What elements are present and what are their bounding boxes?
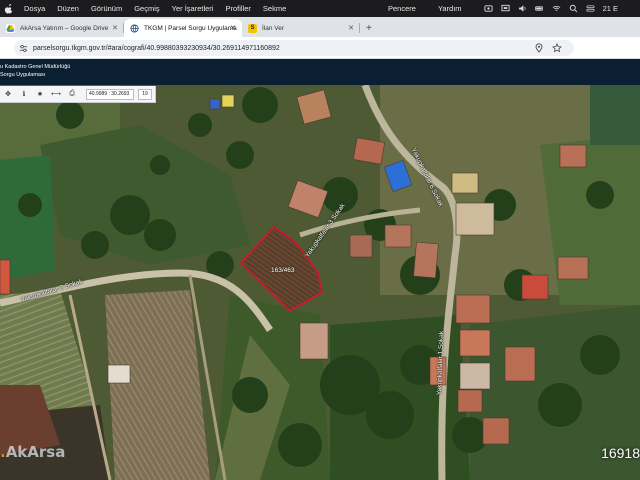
info-icon[interactable]: ℹ (16, 87, 32, 102)
satellite-imagery (0, 85, 640, 480)
pan-icon[interactable]: ✥ (0, 87, 16, 102)
menu-bar: Dosya Düzen Görünüm Geçmiş Yer İşaretler… (0, 0, 640, 17)
satellite-map[interactable]: Yakupkalfalar 2 Sokak Yakupkalfalar 3 So… (0, 85, 640, 480)
wifi-icon[interactable] (552, 4, 561, 13)
address-bar[interactable]: parselsorgu.tkgm.gov.tr/#ara/cografi/40.… (14, 40, 574, 56)
tab-tkgm-parsel[interactable]: TKGM | Parsel Sorgu Uygulama ✕ (124, 19, 242, 37)
favorite-star-icon[interactable]: ★ (32, 87, 48, 102)
measure-icon[interactable]: ⟷ (48, 87, 64, 102)
close-tab-icon[interactable]: ✕ (348, 24, 354, 32)
menu-duzen[interactable]: Düzen (57, 4, 79, 13)
menu-yardim[interactable]: Yardım (438, 4, 462, 13)
menu-gecmis[interactable]: Geçmiş (134, 4, 159, 13)
menu-dosya[interactable]: Dosya (24, 4, 45, 13)
menu-sekme[interactable]: Sekme (263, 4, 286, 13)
tab-strip: AkArsa Yatırım – Google Drive ✕ TKGM | P… (0, 17, 640, 37)
tab-google-drive[interactable]: AkArsa Yatırım – Google Drive ✕ (0, 19, 124, 37)
map-toolbar: ✥ ℹ ★ ⟷ ⎙ 40.9989 : 30.2693 19 (0, 86, 156, 103)
akarsa-watermark: .AkArsa (0, 443, 65, 461)
google-drive-icon (6, 23, 15, 33)
close-tab-icon[interactable]: ✕ (112, 24, 118, 32)
location-icon[interactable] (534, 43, 544, 53)
search-icon[interactable] (569, 4, 578, 13)
volume-icon[interactable] (518, 4, 527, 13)
coordinate-field[interactable]: 40.9989 : 30.2693 (86, 88, 134, 100)
menu-pencere[interactable]: Pencere (388, 4, 416, 13)
tab-label: TKGM | Parsel Sorgu Uygulama (144, 24, 237, 32)
tab-divider (359, 23, 360, 33)
site-header: u Kadastro Genel Müdürlüğü Sorgu Uygulam… (0, 59, 640, 85)
bookmark-star-icon[interactable] (552, 43, 562, 53)
agency-name: u Kadastro Genel Müdürlüğü (0, 64, 71, 70)
site-info-icon[interactable] (19, 44, 28, 53)
menu-clock[interactable]: 21 E (603, 4, 618, 13)
tkgm-globe-icon (130, 23, 139, 33)
new-tab-button[interactable]: + (366, 23, 372, 34)
menu-profiller[interactable]: Profiller (225, 4, 250, 13)
close-tab-icon[interactable]: ✕ (230, 24, 236, 32)
tab-ilan-ver[interactable]: S İlan Ver ✕ (242, 19, 360, 37)
display-icon[interactable] (484, 4, 493, 13)
control-center-icon[interactable] (586, 4, 595, 13)
parcel-number-label: 163/463 (271, 267, 295, 274)
tab-label: AkArsa Yatırım – Google Drive (20, 24, 109, 32)
watermark-text: AkArsa (5, 443, 66, 461)
battery-icon[interactable] (534, 4, 544, 13)
menu-gorunum[interactable]: Görünüm (91, 4, 122, 13)
tab-label: İlan Ver (262, 24, 285, 32)
screen-mirroring-icon[interactable] (501, 4, 510, 13)
zoom-level-field[interactable]: 19 (138, 88, 152, 100)
url-text: parselsorgu.tkgm.gov.tr/#ara/cografi/40.… (33, 44, 280, 52)
listing-id-overlay: 16918 (601, 445, 640, 461)
app-name: Sorgu Uygulaması (0, 72, 46, 78)
sahibinden-icon: S (248, 23, 257, 33)
menu-yer-isaretleri[interactable]: Yer İşaretleri (172, 4, 214, 13)
apple-icon[interactable] (4, 3, 14, 14)
print-icon[interactable]: ⎙ (64, 87, 80, 102)
browser-toolbar: parselsorgu.tkgm.gov.tr/#ara/cografi/40.… (0, 37, 640, 59)
